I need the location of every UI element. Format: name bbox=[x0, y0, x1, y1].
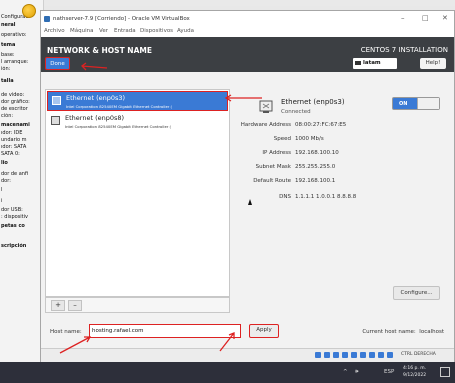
arrow-to-done bbox=[81, 62, 108, 71]
arrow-to-hostname bbox=[59, 336, 92, 354]
arrow-to-apply bbox=[219, 332, 235, 352]
annotation-arrows bbox=[59, 62, 262, 354]
arrow-to-device bbox=[224, 94, 262, 102]
